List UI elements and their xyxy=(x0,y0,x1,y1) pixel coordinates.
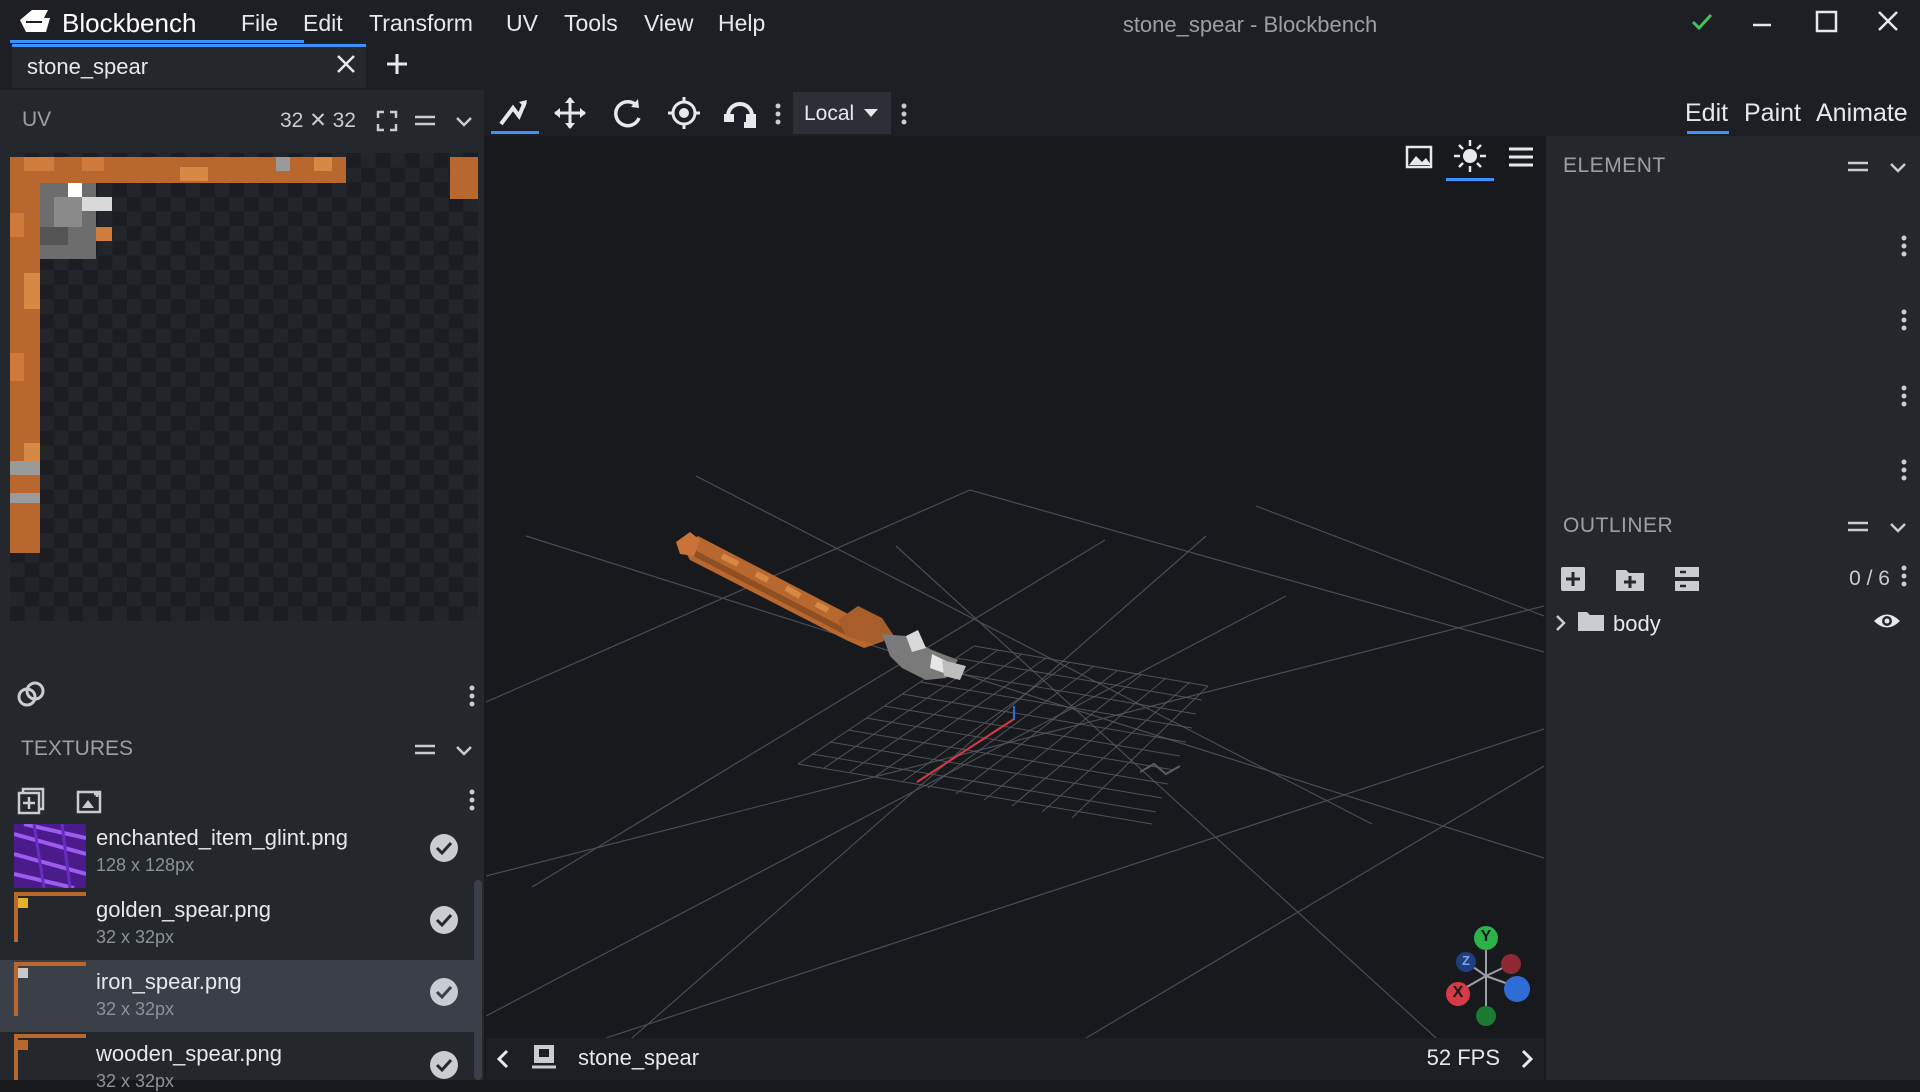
element-panel-title: ELEMENT xyxy=(1563,154,1666,177)
drag-handle-icon[interactable] xyxy=(412,108,438,134)
rotate-icon[interactable] xyxy=(607,94,647,132)
gizmo-y-label: Y xyxy=(1480,928,1492,945)
menu-file[interactable]: File xyxy=(241,10,278,37)
eye-visibility-icon[interactable] xyxy=(1872,608,1902,634)
collapse-all-icon[interactable] xyxy=(1672,564,1702,594)
add-cube-icon[interactable] xyxy=(1558,564,1588,594)
drag-handle-icon[interactable] xyxy=(1845,514,1871,540)
texture-list-scrollbar[interactable] xyxy=(474,880,482,1080)
minimize-icon[interactable] xyxy=(1742,4,1782,40)
chevron-right-icon[interactable] xyxy=(1552,610,1570,636)
folder-icon xyxy=(1577,609,1605,633)
chevron-down-icon[interactable] xyxy=(1886,514,1910,540)
texture-thumbnail xyxy=(14,1034,86,1080)
more-vertical-icon[interactable] xyxy=(1898,382,1910,410)
chevron-left-icon[interactable] xyxy=(492,1046,514,1072)
mode-tab-animate[interactable]: Animate xyxy=(1816,99,1908,128)
gizmo-z-label: Z xyxy=(1462,953,1470,968)
check-circle-icon[interactable] xyxy=(429,833,459,863)
more-vertical-icon[interactable] xyxy=(1898,232,1910,260)
uv-editor-canvas[interactable] xyxy=(10,153,478,621)
move-tool-icon[interactable] xyxy=(493,94,533,132)
more-vertical-icon[interactable] xyxy=(1898,306,1910,334)
fps-counter: 52 FPS xyxy=(1426,1045,1500,1070)
app-brand: Blockbench xyxy=(62,8,197,38)
menu-tools[interactable]: Tools xyxy=(564,10,618,37)
import-texture-icon[interactable] xyxy=(74,786,104,816)
close-window-icon[interactable] xyxy=(1868,4,1908,40)
check-circle-icon[interactable] xyxy=(429,1050,459,1080)
active-mode-indicator xyxy=(1687,131,1729,134)
blockbench-logo-icon xyxy=(18,6,52,36)
drag-handle-icon[interactable] xyxy=(412,737,438,763)
texture-thumbnail xyxy=(14,892,86,956)
texture-size: 32 x 32px xyxy=(96,1071,175,1091)
plus-icon[interactable] xyxy=(384,51,410,77)
close-icon[interactable] xyxy=(334,52,358,76)
uv-size-label[interactable]: 32 ✕ 32 xyxy=(280,108,356,133)
mode-tab-paint[interactable]: Paint xyxy=(1744,99,1801,128)
menu-transform[interactable]: Transform xyxy=(369,10,473,37)
fullscreen-icon[interactable] xyxy=(374,108,400,134)
more-vertical-icon[interactable] xyxy=(1898,562,1910,590)
pivot-icon[interactable] xyxy=(664,94,704,132)
link-icon[interactable] xyxy=(14,678,48,712)
texture-name: enchanted_item_glint.png xyxy=(96,825,348,850)
textures-panel-title: TEXTURES xyxy=(21,737,134,760)
uv-panel-title: UV xyxy=(22,108,52,131)
chevron-down-icon[interactable] xyxy=(1886,154,1910,180)
caret-down-icon xyxy=(862,106,880,120)
more-vertical-icon[interactable] xyxy=(898,100,910,128)
texture-name: iron_spear.png xyxy=(96,969,242,994)
vertex-snap-icon[interactable] xyxy=(720,94,760,132)
menu-edit[interactable]: Edit xyxy=(303,10,343,37)
group-name: body xyxy=(1613,611,1661,636)
add-texture-icon[interactable] xyxy=(16,786,46,816)
outliner-panel-title: OUTLINER xyxy=(1563,514,1674,537)
image-icon[interactable] xyxy=(1404,142,1434,172)
texture-name: golden_spear.png xyxy=(96,897,271,922)
window-title: stone_spear - Blockbench xyxy=(1122,12,1378,37)
title-bar xyxy=(0,0,1920,44)
tab-label: stone_spear xyxy=(27,54,149,79)
more-vertical-icon[interactable] xyxy=(466,682,478,710)
gizmo-x-label: X xyxy=(1452,984,1464,1001)
model-format-icon xyxy=(530,1042,558,1072)
chevron-down-icon[interactable] xyxy=(452,108,476,134)
active-view-indicator xyxy=(1446,178,1494,181)
mode-tab-edit[interactable]: Edit xyxy=(1685,99,1728,128)
texture-thumbnail xyxy=(14,824,86,888)
texture-size: 32 x 32px xyxy=(96,927,175,947)
sun-lighting-icon[interactable] xyxy=(1452,138,1488,174)
brand-underline xyxy=(10,40,304,43)
transform-space-value: Local xyxy=(804,102,855,125)
texture-name: wooden_spear.png xyxy=(96,1041,282,1066)
model-name: stone_spear xyxy=(578,1045,700,1070)
move-icon[interactable] xyxy=(550,94,590,132)
menu-uv[interactable]: UV xyxy=(506,10,538,37)
chevron-right-icon[interactable] xyxy=(1516,1046,1538,1072)
menu-view[interactable]: View xyxy=(644,10,693,37)
more-vertical-icon[interactable] xyxy=(772,100,784,128)
outliner-selection-count: 0 / 6 xyxy=(1849,567,1890,590)
drag-handle-icon[interactable] xyxy=(1845,154,1871,180)
more-vertical-icon[interactable] xyxy=(466,786,478,814)
texture-size: 128 x 128px xyxy=(96,855,195,875)
chevron-down-icon[interactable] xyxy=(452,737,476,763)
texture-size: 32 x 32px xyxy=(96,999,175,1019)
check-circle-icon[interactable] xyxy=(429,905,459,935)
check-circle-icon[interactable] xyxy=(429,977,459,1007)
texture-thumbnail xyxy=(14,962,86,1026)
menu-help[interactable]: Help xyxy=(718,10,765,37)
more-vertical-icon[interactable] xyxy=(1898,456,1910,484)
3d-viewport[interactable] xyxy=(486,136,1544,1038)
sync-check-icon[interactable] xyxy=(1682,4,1722,40)
active-tool-indicator xyxy=(491,131,539,134)
hamburger-menu-icon[interactable] xyxy=(1506,142,1536,172)
maximize-icon[interactable] xyxy=(1806,4,1846,40)
add-group-icon[interactable] xyxy=(1614,564,1646,594)
